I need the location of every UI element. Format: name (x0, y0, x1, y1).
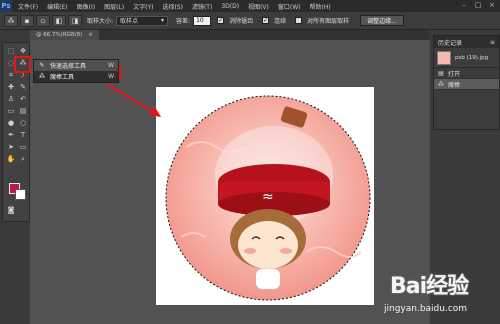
menu-help[interactable]: 帮助(H) (310, 2, 331, 11)
healing-tool-icon[interactable]: ✚ (6, 82, 16, 92)
subtract-square-icon: ◧ (55, 16, 63, 25)
document-tab[interactable]: @ 66.7%(RGB/8) × (30, 30, 99, 40)
close-icon[interactable]: × (88, 32, 93, 38)
dodge-tool-icon[interactable]: ○ (18, 118, 28, 128)
menu-view[interactable]: 视图(V) (248, 2, 269, 11)
history-panel-header: 历史记录 ≡ (434, 36, 499, 48)
menu-window[interactable]: 窗口(W) (278, 2, 301, 11)
svg-text:≈: ≈ (262, 189, 274, 205)
background-color-swatch[interactable] (15, 189, 26, 200)
document-tab-bar: @ 66.7%(RGB/8) × (30, 30, 430, 40)
blur-tool-icon[interactable]: ● (6, 118, 16, 128)
annotation-arrow (106, 83, 161, 117)
maximize-button[interactable]: □ (474, 1, 482, 9)
menu-type[interactable]: 文字(Y) (133, 2, 153, 11)
tool-flyout-menu: ✎ 快速选择工具 W ⁂ 魔棒工具 W (33, 59, 119, 83)
flyout-item-quick-selection[interactable]: ✎ 快速选择工具 W (34, 60, 118, 71)
menu-edit[interactable]: 编辑(E) (47, 2, 67, 11)
shortcut-label: W (108, 73, 114, 80)
quick-mask-icon[interactable]: ◙ (6, 205, 16, 215)
contiguous-label: 连续 (274, 18, 287, 25)
gradient-tool-icon[interactable]: ▤ (18, 106, 28, 116)
square-icon: ▪ (24, 16, 30, 25)
brush-tool-icon[interactable]: ✎ (18, 82, 28, 92)
snapshot-thumbnail (437, 50, 451, 65)
sample-size-select[interactable]: 取样点 ▾ (116, 15, 169, 26)
snapshot-label: psb (19).jpg (455, 54, 489, 61)
sample-all-checkbox[interactable] (295, 17, 303, 24)
menu-filter[interactable]: 滤镜(T) (192, 2, 212, 11)
new-selection-button[interactable]: ▪ (20, 14, 34, 27)
history-panel: 历史记录 ≡ psb (19).jpg ▤ 打开 ⁂ 魔棒 (433, 35, 500, 130)
intersect-selection-button[interactable]: ◨ (68, 14, 82, 27)
photoshop-logo: Ps (0, 0, 12, 12)
menu-file[interactable]: 文件(F) (18, 2, 38, 11)
tolerance-input[interactable]: 10 (193, 15, 212, 26)
magic-wand-icon: ⁂ (438, 80, 444, 88)
path-selection-tool-icon[interactable]: ➤ (6, 142, 16, 152)
panel-menu-icon[interactable]: ≡ (490, 39, 495, 46)
flyout-item-label: 快速选择工具 (50, 63, 87, 70)
magic-wand-icon: ⁂ (7, 16, 15, 25)
eraser-tool-icon[interactable]: ▭ (6, 106, 16, 116)
history-row-magic-wand[interactable]: ⁂ 魔棒 (434, 79, 499, 90)
watermark-url: jingyan.baidu.com (384, 304, 468, 314)
options-bar: ⁂ ▪ ▫ ◧ ◨ 取样大小: 取样点 ▾ 容差: 10 ✓ 消除锯齿 ✓ 连续… (0, 12, 500, 30)
flyout-item-label: 魔棒工具 (50, 74, 75, 81)
history-row-open[interactable]: ▤ 打开 (434, 68, 499, 79)
history-row-label: 打开 (448, 70, 461, 78)
clone-stamp-tool-icon[interactable]: ♙ (6, 94, 16, 104)
sample-size-label: 取样大小: (87, 18, 114, 25)
tool-preset-picker[interactable]: ⁂ (4, 14, 18, 27)
document-canvas[interactable]: ≈ (156, 87, 374, 305)
tolerance-label: 容差: (176, 18, 191, 25)
quick-selection-icon: ✎ (39, 62, 45, 69)
minimize-button[interactable]: – (460, 1, 468, 9)
hand-tool-icon[interactable]: ✋ (6, 154, 16, 164)
close-button[interactable]: × (488, 1, 496, 9)
menu-image[interactable]: 图像(I) (77, 2, 95, 11)
window-controls: – □ × (460, 1, 496, 9)
contiguous-checkbox[interactable]: ✓ (262, 17, 270, 24)
marquee-tool-icon[interactable]: ⬚ (6, 46, 16, 56)
subtract-selection-button[interactable]: ◧ (52, 14, 66, 27)
history-brush-tool-icon[interactable]: ↶ (18, 94, 28, 104)
antialias-label: 消除锯齿 (229, 18, 254, 25)
illustration: ≈ (165, 95, 371, 301)
history-snapshot[interactable]: psb (19).jpg (434, 48, 499, 68)
flyout-item-magic-wand[interactable]: ⁂ 魔棒工具 W (34, 71, 118, 82)
move-tool-icon[interactable]: ✥ (18, 46, 28, 56)
refine-edge-button[interactable]: 调整边缘... (360, 15, 404, 26)
menu-bar: Ps 文件(F) 编辑(E) 图像(I) 图层(L) 文字(Y) 选择(S) 滤… (0, 0, 500, 12)
magic-wand-icon: ⁂ (39, 73, 45, 80)
menu-3d[interactable]: 3D(D) (221, 3, 239, 10)
document-tab-label: @ 66.7%(RGB/8) (36, 32, 83, 38)
document-icon: ▤ (438, 69, 444, 77)
sample-size-value: 取样点 (120, 18, 139, 25)
menu-layer[interactable]: 图层(L) (104, 2, 124, 11)
baidu-watermark: Bai经验 jingyan.baidu.com (360, 266, 500, 324)
add-selection-button[interactable]: ▫ (36, 14, 50, 27)
history-panel-title[interactable]: 历史记录 (438, 38, 462, 47)
zoom-tool-icon[interactable]: ⌕ (18, 154, 28, 164)
chevron-down-icon: ▾ (161, 17, 165, 24)
watermark-logo: Bai经验 (390, 274, 469, 299)
shortcut-label: W (108, 62, 114, 69)
add-square-icon: ▫ (40, 16, 46, 25)
antialias-checkbox[interactable]: ✓ (217, 17, 225, 24)
history-row-label: 魔棒 (448, 81, 461, 89)
intersect-square-icon: ◨ (71, 16, 79, 25)
type-tool-icon[interactable]: T (18, 130, 28, 140)
sample-all-label: 对所有图层取样 (307, 18, 350, 25)
annotation-box-tool (14, 56, 31, 73)
shape-tool-icon[interactable]: ▭ (18, 142, 28, 152)
pen-tool-icon[interactable]: ✒ (6, 130, 16, 140)
menu-select[interactable]: 选择(S) (162, 2, 183, 11)
